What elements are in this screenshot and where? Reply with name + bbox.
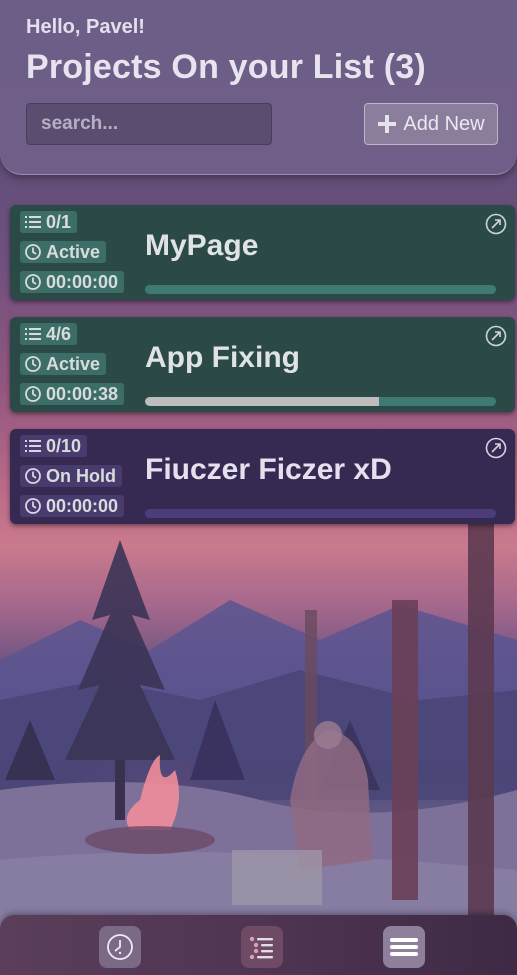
clock-icon [25,356,41,372]
status-label: Active [46,353,101,374]
page-title: Projects On your List (3) [26,48,426,86]
status-label: Active [46,241,101,262]
add-new-button[interactable]: Add New [364,103,498,145]
nav-timer-button[interactable] [99,926,141,968]
project-card[interactable]: 4/6 Active 00:00:38 App Fixing [10,317,515,412]
project-card[interactable]: 0/1 Active 00:00:00 MyPage [10,205,515,300]
time-tracked: 00:00:00 [46,271,119,292]
open-external-icon[interactable] [485,213,507,235]
project-name: App Fixing [145,341,300,374]
project-name: MyPage [145,229,259,262]
open-external-icon[interactable] [485,437,507,459]
progress-bar [145,397,496,406]
status-chip: Active [20,241,107,263]
search-input[interactable] [37,104,303,144]
task-count: 4/6 [46,323,72,344]
open-external-icon[interactable] [485,325,507,347]
nav-projects-button[interactable] [241,926,283,968]
header-panel: Hello, Pavel! Projects On your List (3) … [0,0,517,175]
list-icon [25,328,41,340]
greeting: Hello, Pavel! [26,16,145,38]
status-label: On Hold [46,465,116,486]
progress-bar [145,509,496,518]
clock-icon [25,244,41,260]
clock-icon [25,468,41,484]
task-count-chip: 0/1 [20,211,78,233]
menu-icon [390,938,418,956]
time-chip: 00:00:00 [20,495,125,517]
clock-icon [25,498,41,514]
clock-icon [25,386,41,402]
time-tracked: 00:00:00 [46,495,119,516]
list-icon [25,216,41,228]
project-name: Fiuczer Ficzer xD [145,453,392,486]
list-icon [249,936,273,960]
plus-icon [378,115,397,133]
time-chip: 00:00:00 [20,271,125,293]
add-new-label: Add New [403,112,485,135]
bottom-nav [0,915,517,975]
time-tracked: 00:00:38 [46,383,119,404]
list-icon [25,440,41,452]
task-count-chip: 0/10 [20,435,88,457]
project-card[interactable]: 0/10 On Hold 00:00:00 Fiuczer Ficzer xD [10,429,515,524]
clock-icon [25,274,41,290]
search-box[interactable] [26,103,303,145]
status-chip: On Hold [20,465,122,487]
task-count: 0/10 [46,435,82,456]
time-chip: 00:00:38 [20,383,125,405]
task-count-chip: 4/6 [20,323,78,345]
nav-menu-button[interactable] [383,926,425,968]
progress-bar [145,285,496,294]
clock-icon [107,934,133,960]
status-chip: Active [20,353,107,375]
progress-fill [145,397,380,406]
task-count: 0/1 [46,211,72,232]
